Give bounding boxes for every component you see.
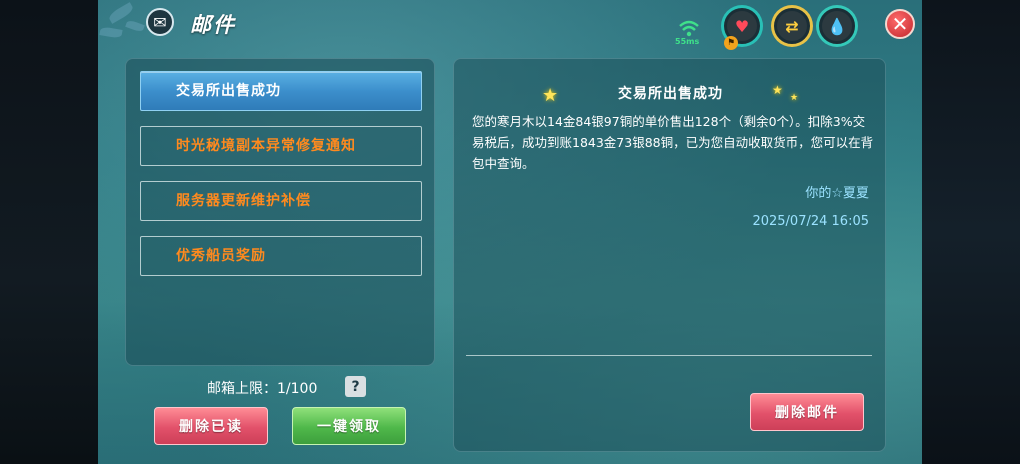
claim-all-button[interactable]: 一键领取 (292, 407, 406, 445)
mail-item-exchange-sale[interactable]: 交易所出售成功 (140, 71, 422, 111)
mail-item-crew-reward[interactable]: 优秀船员奖励 (140, 236, 422, 276)
mail-item-maintenance[interactable]: 服务器更新维护补偿 (140, 181, 422, 221)
page-title: 邮件 (190, 13, 236, 37)
message-date: 2025/07/24 16:05 (752, 214, 869, 229)
capacity-value: 1/100 (277, 381, 318, 397)
mail-item-title: 交易所出售成功 (176, 83, 281, 99)
divider (466, 355, 872, 356)
mail-title-icon: ✉ (146, 8, 174, 36)
message-panel: ★ ★ ★ 交易所出售成功 您的寒月木以14金84银97铜的单价售出128个（剩… (453, 58, 886, 452)
right-letterbox (922, 0, 1020, 464)
ping-readout: 55ms (675, 37, 700, 46)
badge-indicator: ⚑ (724, 36, 738, 50)
close-button[interactable]: ✕ (885, 9, 915, 39)
mail-item-title: 服务器更新维护补偿 (176, 193, 311, 209)
heart-icon: ♥ (734, 16, 750, 36)
exchange-badge[interactable]: ⇄ (774, 8, 810, 44)
capacity-label: 邮箱上限： (207, 381, 277, 397)
signal-icon (679, 20, 699, 37)
mail-item-title: 优秀船员奖励 (176, 248, 266, 264)
mail-list-panel: 交易所出售成功 时光秘境副本异常修复通知 服务器更新维护补偿 优秀船员奖励 (125, 58, 435, 366)
message-body: 您的寒月木以14金84银97铜的单价售出128个（剩余0个）。扣除3%交易税后，… (472, 114, 874, 171)
mail-item-title: 时光秘境副本异常修复通知 (176, 138, 356, 154)
delete-mail-button[interactable]: 删除邮件 (750, 393, 864, 431)
close-icon: ✕ (891, 12, 909, 36)
message-title: 交易所出售成功 (618, 86, 723, 102)
message-sender: 你的☆夏夏 (805, 186, 869, 201)
swap-arrows-icon: ⇄ (785, 16, 799, 36)
water-drop-icon: 💧 (827, 16, 847, 36)
water-badge[interactable]: 💧 (819, 8, 855, 44)
delete-read-button[interactable]: 删除已读 (154, 407, 268, 445)
left-letterbox (0, 0, 98, 464)
mail-screen: ✉ 邮件 55ms ♥ ⚑ ⇄ 💧 ✕ 交易所出售成功 时光秘境副本异常修复通知 (98, 0, 922, 464)
help-button[interactable]: ? (345, 376, 366, 397)
mailbox-capacity: 邮箱上限：1/100 (207, 378, 317, 398)
top-bar: ✉ 邮件 55ms ♥ ⚑ ⇄ 💧 ✕ (98, 0, 922, 50)
mail-item-dungeon-fix[interactable]: 时光秘境副本异常修复通知 (140, 126, 422, 166)
